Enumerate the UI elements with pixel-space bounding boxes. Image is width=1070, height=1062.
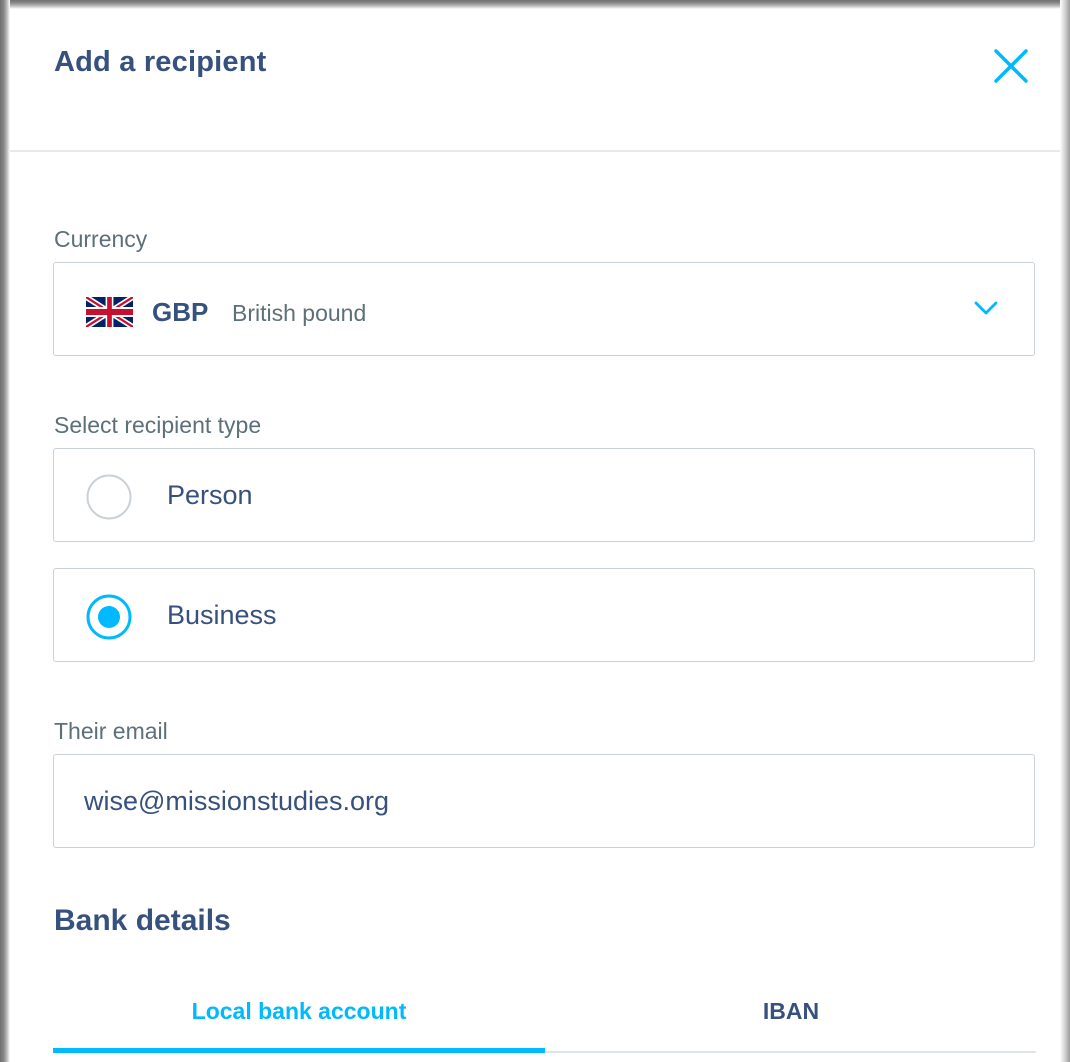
recipient-type-person-option[interactable]: Person [53, 448, 1035, 542]
radio-label-person: Person [167, 480, 253, 510]
close-icon [994, 49, 1028, 83]
uk-flag-icon [86, 297, 133, 327]
add-recipient-dialog: Add a recipient Currency GBP British pou… [0, 0, 1070, 1062]
close-button[interactable] [990, 46, 1032, 88]
recipient-type-label: Select recipient type [54, 412, 262, 438]
currency-select[interactable]: GBP British pound [53, 262, 1035, 356]
tab-local-bank-account[interactable]: Local bank account [53, 998, 545, 1038]
currency-code: GBP [152, 297, 209, 327]
tab-iban[interactable]: IBAN [545, 998, 1037, 1038]
currency-name: British pound [232, 300, 367, 326]
radio-unselected-icon [86, 474, 132, 520]
window-shadow-top [0, 0, 1070, 9]
recipient-type-business-option[interactable]: Business [53, 568, 1035, 662]
email-input[interactable] [84, 783, 984, 819]
radio-selected-icon [86, 594, 132, 640]
radio-label-business: Business [167, 600, 277, 630]
email-field[interactable] [53, 754, 1035, 848]
bank-details-title: Bank details [54, 904, 231, 937]
email-label: Their email [54, 718, 168, 744]
chevron-down-icon [974, 301, 998, 315]
window-shadow-left [0, 0, 10, 1062]
dialog-title: Add a recipient [54, 46, 267, 78]
active-tab-indicator [53, 1048, 545, 1053]
header-divider [10, 150, 1060, 152]
currency-label: Currency [54, 226, 148, 252]
window-shadow-right [1060, 0, 1070, 1062]
